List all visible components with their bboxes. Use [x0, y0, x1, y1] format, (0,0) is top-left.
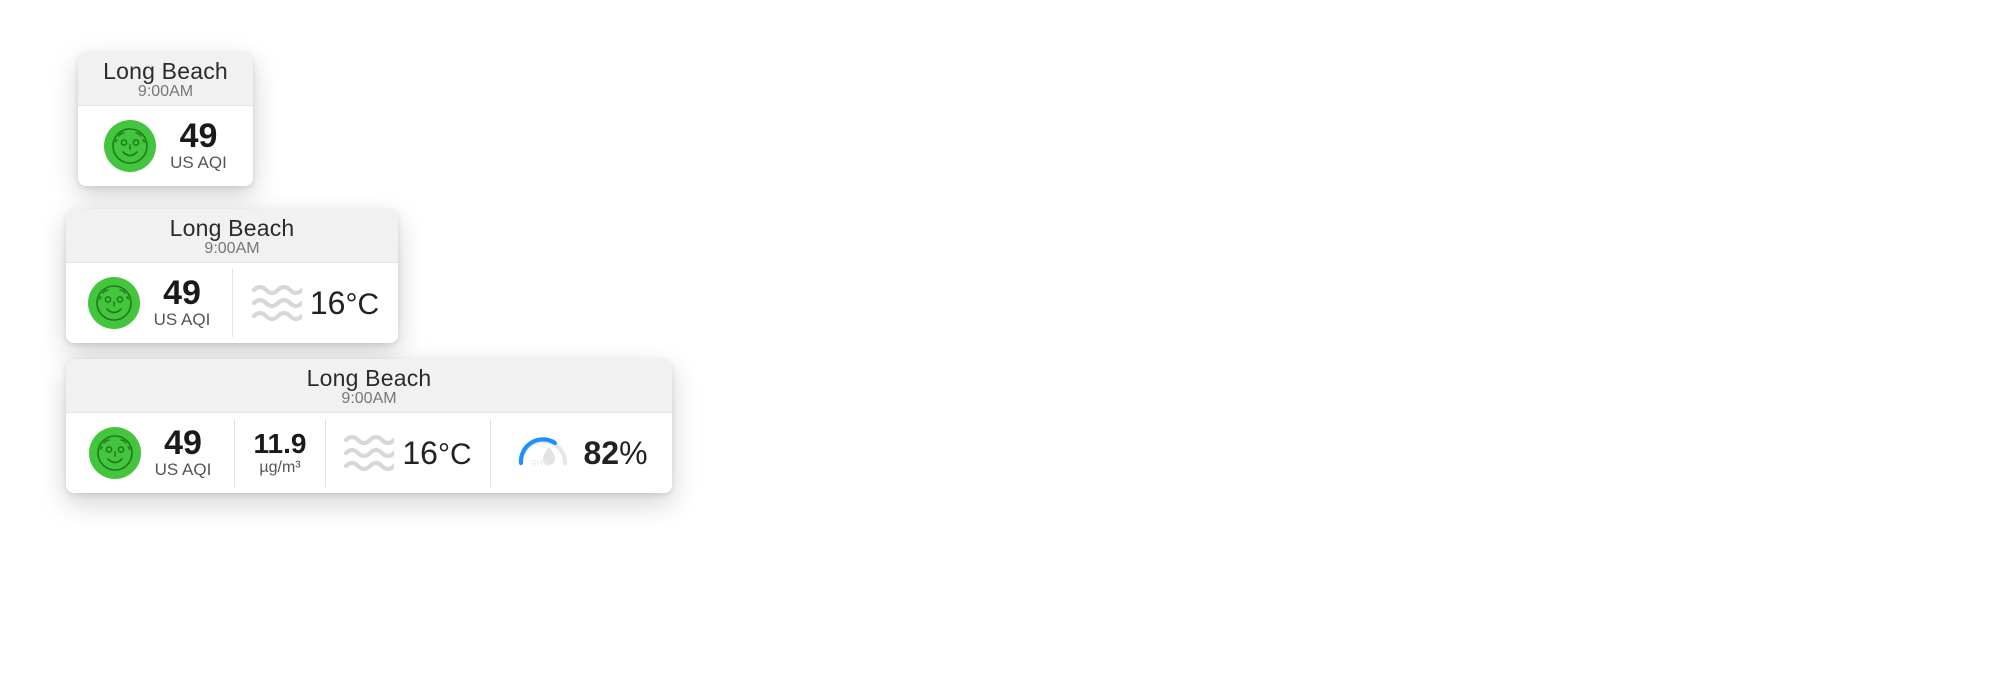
- temperature-value: 16°C: [402, 435, 471, 472]
- aqi-value: 49: [154, 276, 211, 310]
- temperature-number: 16: [310, 285, 346, 321]
- face-good-icon: [104, 120, 156, 172]
- time-label: 9:00AM: [66, 390, 672, 408]
- temperature-unit: °C: [438, 438, 472, 471]
- aqi-value: 49: [155, 426, 212, 460]
- location-label: Long Beach: [66, 365, 672, 392]
- aqi-widget-large[interactable]: Long Beach 9:00AM 49 US AQI: [66, 359, 672, 493]
- aqi-cell: 49 US AQI: [66, 263, 232, 343]
- pm-cell: 11.9 µg/m³: [235, 413, 325, 493]
- temperature-unit: °C: [345, 288, 379, 321]
- aqi-unit-label: US AQI: [155, 460, 212, 480]
- aqi-unit-label: US AQI: [154, 310, 211, 330]
- face-good-icon: [88, 277, 140, 329]
- aqi-widget-small[interactable]: Long Beach 9:00AM 49 US AQI: [78, 52, 253, 186]
- aqi-unit-label: US AQI: [170, 153, 227, 173]
- aqi-widget-medium[interactable]: Long Beach 9:00AM 49 US AQI: [66, 209, 398, 343]
- aqi-cell: 49 US AQI: [78, 106, 253, 186]
- humidity-cell: RH% 82%: [491, 413, 672, 493]
- pm-value: 11.9: [254, 429, 307, 458]
- temperature-cell: 16°C: [326, 413, 490, 493]
- fog-icon: [344, 433, 394, 473]
- humidity-number: 82: [583, 435, 619, 471]
- widget-header: Long Beach 9:00AM: [78, 52, 253, 106]
- widget-header: Long Beach 9:00AM: [66, 359, 672, 413]
- pm-unit-label: µg/m³: [259, 459, 300, 477]
- widget-header: Long Beach 9:00AM: [66, 209, 398, 263]
- fog-icon: [252, 283, 302, 323]
- time-label: 9:00AM: [66, 240, 398, 258]
- temperature-value: 16°C: [310, 285, 379, 322]
- temperature-number: 16: [402, 435, 438, 471]
- location-label: Long Beach: [66, 215, 398, 242]
- humidity-rh-label: RH%: [531, 459, 550, 468]
- location-label: Long Beach: [78, 58, 253, 85]
- widget-body: 49 US AQI 11.9 µg/m³ 16°C: [66, 413, 672, 493]
- aqi-value: 49: [170, 119, 227, 153]
- widget-body: 49 US AQI: [78, 106, 253, 186]
- widget-body: 49 US AQI 16°C: [66, 263, 398, 343]
- humidity-gauge-icon: RH%: [515, 429, 571, 478]
- time-label: 9:00AM: [78, 83, 253, 101]
- temperature-cell: 16°C: [233, 263, 398, 343]
- face-good-icon: [89, 427, 141, 479]
- humidity-unit: %: [619, 435, 647, 471]
- humidity-value: 82%: [583, 435, 647, 472]
- aqi-cell: 49 US AQI: [66, 413, 234, 493]
